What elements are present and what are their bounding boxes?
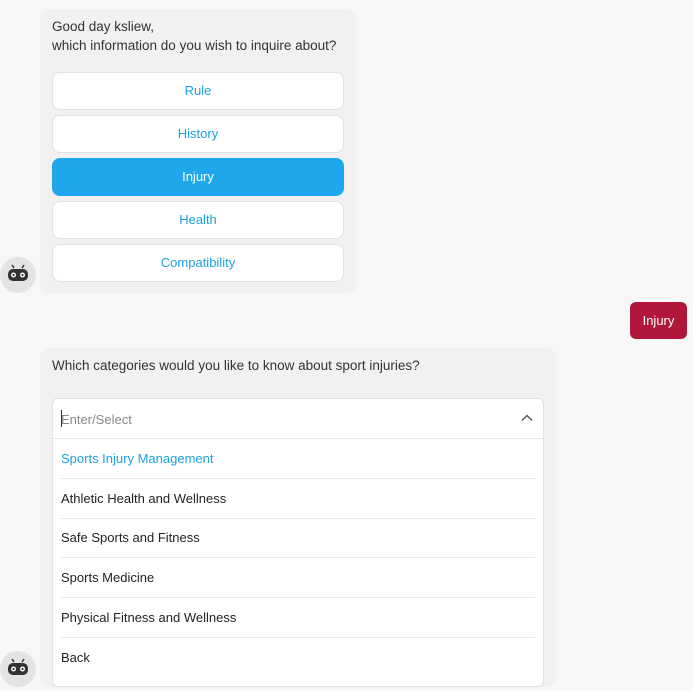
category-question: Which categories would you like to know … [52, 358, 420, 373]
greeting-line-1: Good day ksliew, [52, 19, 155, 34]
chevron-up-icon[interactable] [521, 412, 533, 424]
dropdown-option-back[interactable]: Back [61, 638, 535, 678]
option-injury-button[interactable]: Injury [52, 158, 344, 196]
bot-message-bubble-2: Which categories would you like to know … [40, 348, 556, 687]
bot-message-bubble: Good day ksliew, which information do yo… [40, 9, 356, 293]
user-message: Injury [630, 302, 687, 339]
dropdown-option-sports-medicine[interactable]: Sports Medicine [61, 558, 535, 598]
dropdown-input-wrapper[interactable] [53, 399, 543, 439]
option-rule-button[interactable]: Rule [52, 72, 344, 110]
dropdown-option-sports-injury-management[interactable]: Sports Injury Management [61, 439, 535, 479]
robot-icon [8, 658, 28, 675]
bot-avatar-2 [0, 651, 36, 687]
dropdown-option-athletic-health[interactable]: Athletic Health and Wellness [61, 479, 535, 519]
text-cursor [61, 410, 62, 427]
option-history-button[interactable]: History [52, 115, 344, 153]
dropdown-option-physical-fitness[interactable]: Physical Fitness and Wellness [61, 598, 535, 638]
dropdown-option-safe-sports[interactable]: Safe Sports and Fitness [61, 518, 535, 558]
category-search-input[interactable] [61, 408, 501, 430]
greeting-line-2: which information do you wish to inquire… [52, 38, 337, 53]
robot-icon [8, 264, 28, 281]
option-compatibility-button[interactable]: Compatibility [52, 244, 344, 282]
bot-avatar [0, 257, 36, 293]
category-dropdown[interactable]: Sports Injury Management Athletic Health… [52, 398, 544, 687]
option-health-button[interactable]: Health [52, 201, 344, 239]
